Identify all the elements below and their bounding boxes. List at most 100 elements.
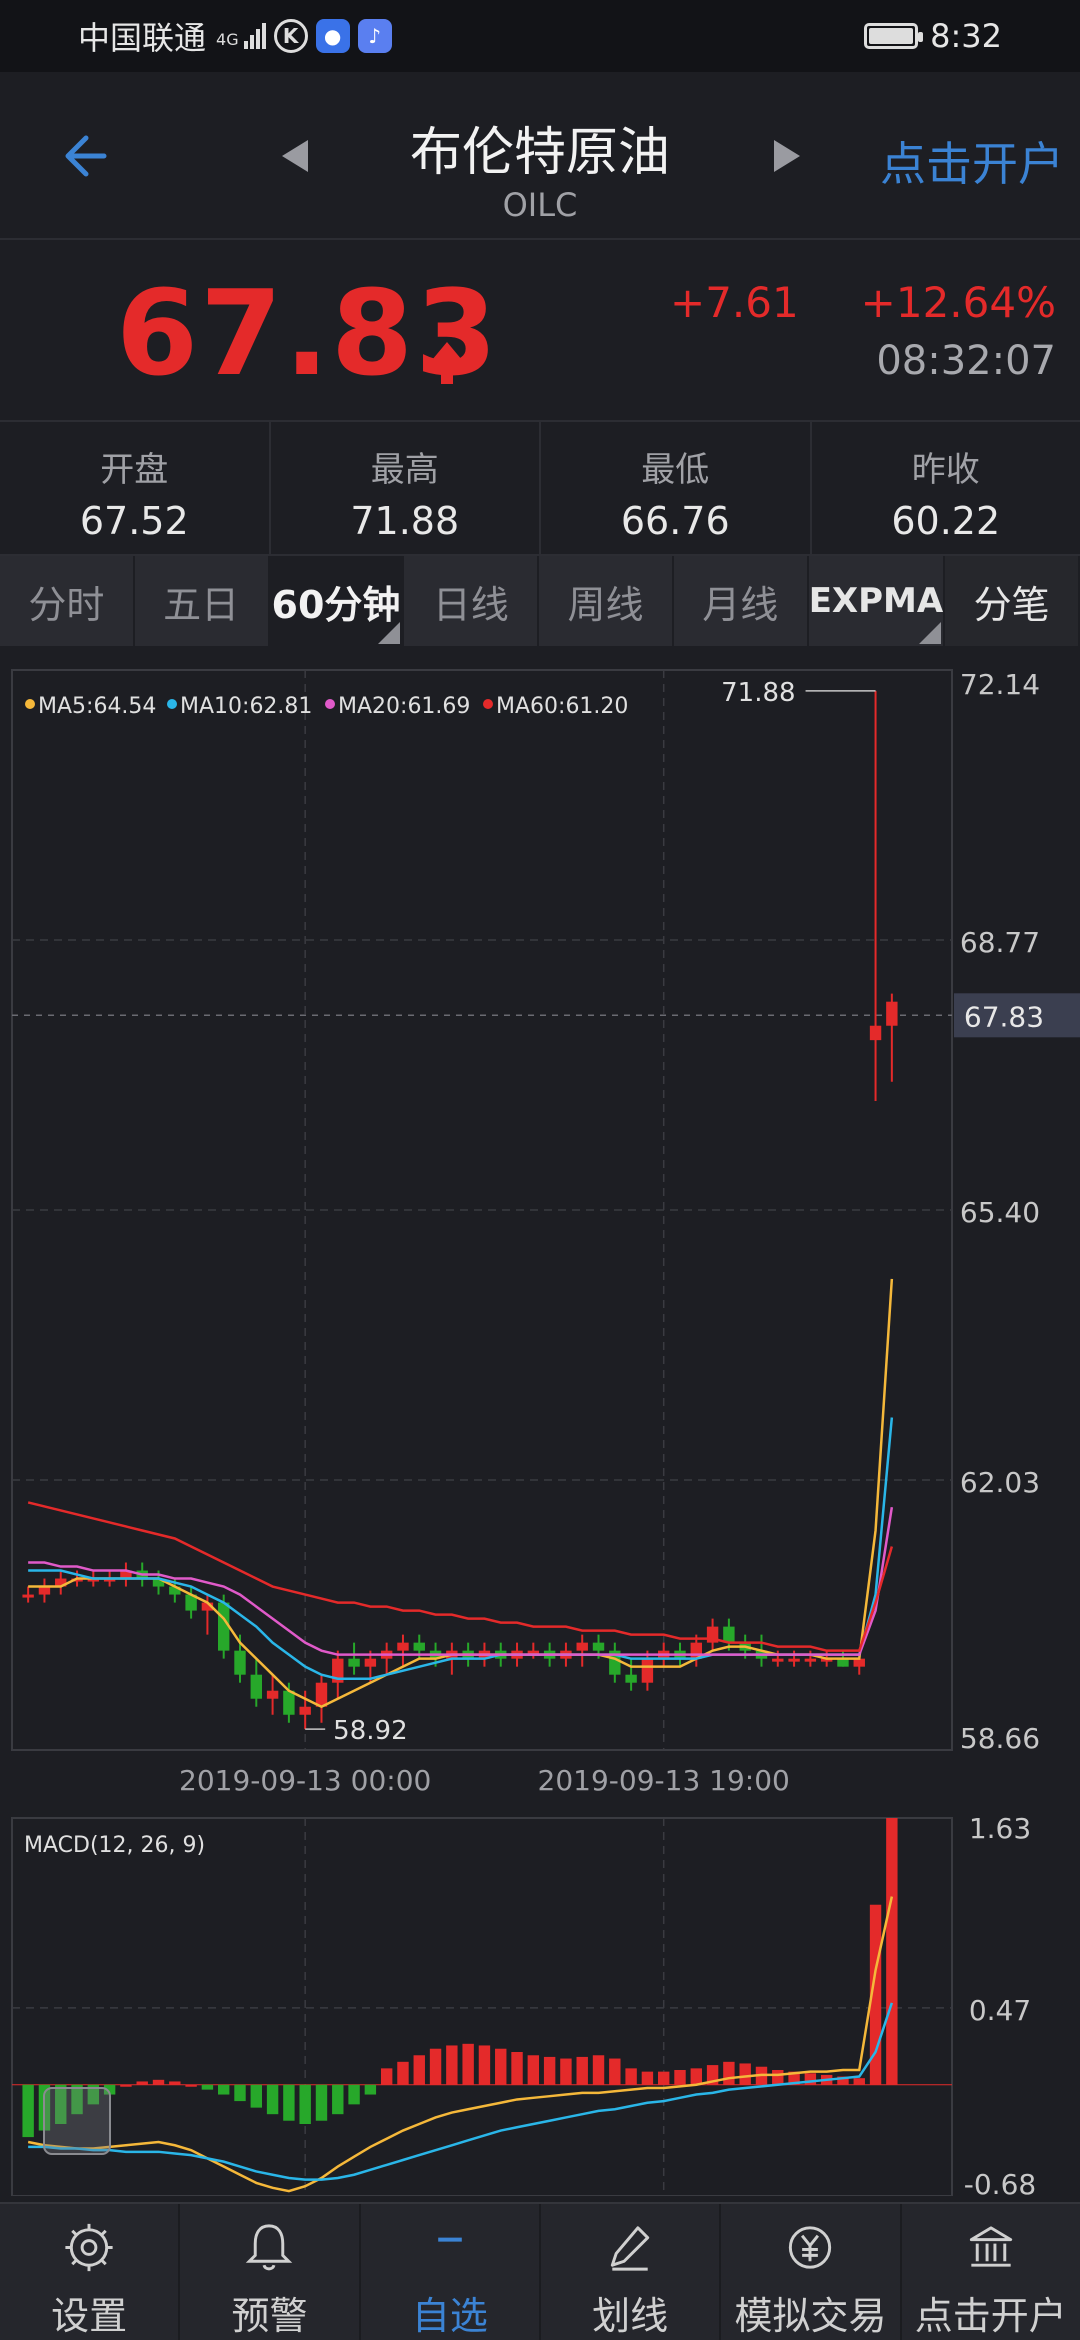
stat-value: 67.52 [79, 499, 189, 543]
tab-intraday[interactable]: 分时 [0, 556, 135, 646]
candle-body [22, 1594, 34, 1598]
price-change-percent: +12.64% [860, 278, 1056, 327]
pen-icon [610, 2226, 650, 2271]
open-account-link[interactable]: 点击开户 [880, 128, 1064, 194]
x-tick-label: 2019-09-13 19:00 [538, 1764, 790, 1797]
legend-dot [483, 699, 493, 709]
macd-bar [266, 2084, 279, 2115]
legend-label: MA20:61.69 [338, 694, 470, 719]
candle-body [886, 1001, 898, 1026]
tab-60min-label: 60分钟 [271, 582, 401, 627]
stat-value: 60.22 [891, 499, 1001, 543]
k-app-icon: K [273, 19, 308, 53]
macd-bar [723, 2061, 735, 2085]
next-instrument-icon[interactable] [774, 140, 800, 172]
macd-bar [495, 2048, 507, 2085]
macd-bar [397, 2061, 409, 2085]
chart-area[interactable]: 72.14 68.77 65.40 62.03 58.66 2019-09-13 00:0… [0, 646, 1080, 2196]
stat-low: 最低 66.76 [541, 422, 812, 554]
macd-bar [543, 2056, 556, 2085]
macd-bar [511, 2052, 523, 2085]
floating-window-icon [43, 2087, 111, 2155]
macd-bar [120, 2084, 132, 2087]
nav-watchlist[interactable]: 自选 [361, 2204, 541, 2340]
nav-label: 自选 [411, 2294, 488, 2338]
nav-open-account[interactable]: 点击开户 [902, 2204, 1080, 2340]
macd-bar [315, 2084, 328, 2121]
macd-bar [625, 2068, 637, 2085]
macd-bar [446, 2045, 458, 2085]
candle-body [397, 1642, 409, 1651]
macd-y-tick-label: 1.63 [969, 1812, 1031, 1845]
macd-bar [674, 2070, 686, 2085]
network-type: 4G [216, 30, 239, 49]
chart-svg[interactable]: 72.14 68.77 65.40 62.03 58.66 2019-09-13 00:0… [0, 646, 1080, 2196]
macd-bar [478, 2045, 491, 2085]
candle-body [266, 1690, 279, 1699]
high-annotation: 71.88 [721, 678, 795, 708]
y-tick-label: 62.03 [960, 1466, 1040, 1499]
price-up-arrow-icon [432, 342, 462, 384]
low-annotation: 58.92 [333, 1716, 407, 1746]
legend-dot [167, 699, 177, 709]
stat-label: 最高 [370, 450, 439, 490]
macd-dea-line [28, 2002, 894, 2181]
stat-high: 最高 71.88 [271, 422, 541, 554]
clock: 8:32 [930, 17, 1002, 55]
macd-bar [250, 2084, 262, 2108]
macd-bar [380, 2068, 393, 2085]
macd-bar [527, 2055, 540, 2085]
macd-frame [11, 1817, 953, 2196]
candle-body [804, 1658, 817, 1662]
candle-body [869, 1025, 882, 1041]
macd-bar [299, 2084, 311, 2124]
tab-indicator-label: EXPMA [808, 581, 944, 621]
quote-time: 08:32:07 [876, 338, 1056, 384]
paw-app-icon: ● [315, 19, 350, 53]
nav-settings[interactable]: 设置 [0, 2204, 181, 2340]
tab-five-day[interactable]: 五日 [135, 556, 270, 646]
yen-icon [789, 2226, 832, 2269]
tab-weekly[interactable]: 周线 [539, 556, 674, 646]
candle-body [348, 1658, 360, 1667]
nav-label: 预警 [231, 2294, 308, 2338]
carrier-name: 中国联通 [78, 19, 207, 57]
music-app-icon: ♪ [357, 19, 392, 53]
nav-sim-trade[interactable]: 模拟交易 [721, 2204, 902, 2340]
stat-value: 66.76 [620, 499, 730, 543]
macd-bar [201, 2084, 214, 2090]
header: 布伦特原油 OILC 点击开户 [0, 72, 1080, 240]
nav-draw-line[interactable]: 划线 [541, 2204, 722, 2340]
macd-bar [364, 2084, 377, 2095]
back-arrow-icon[interactable] [56, 128, 112, 184]
tab-daily[interactable]: 日线 [404, 556, 540, 646]
candle-body [576, 1642, 588, 1651]
prev-instrument-icon[interactable] [282, 140, 308, 172]
tab-60min[interactable]: 60分钟 [269, 556, 405, 646]
y-tick-label: 68.77 [960, 926, 1040, 959]
tab-monthly[interactable]: 月线 [674, 556, 809, 646]
price-change: +7.61 [670, 278, 799, 327]
nav-alerts[interactable]: 预警 [180, 2204, 361, 2340]
tab-ticks[interactable]: 分笔 [945, 556, 1080, 646]
tab-indicator[interactable]: EXPMA [809, 556, 946, 646]
dropdown-corner-icon [919, 622, 942, 644]
nav-label: 划线 [592, 2294, 669, 2338]
macd-bar [429, 2048, 442, 2085]
macd-bar [658, 2071, 670, 2085]
macd-y-tick-label: 0.47 [969, 1994, 1031, 2027]
stat-label: 最低 [641, 450, 710, 490]
macd-bar [462, 2043, 474, 2085]
candle-body [592, 1642, 605, 1651]
status-bar: 中国联通 4G K ● ♪ 8:32 [0, 0, 1080, 72]
instrument-title: 布伦特原油 [409, 123, 670, 183]
legend-label: MA5:64.54 [38, 694, 156, 719]
nav-label: 点击开户 [914, 2294, 1067, 2338]
macd-bar [169, 2081, 181, 2085]
macd-y-tick-label: -0.68 [964, 2168, 1036, 2196]
gear-icon [65, 2223, 113, 2272]
current-price-label: 67.83 [964, 1000, 1044, 1033]
candle-body [772, 1658, 784, 1662]
legend-label: MA10:62.81 [180, 694, 312, 719]
legend-dot [25, 699, 35, 709]
